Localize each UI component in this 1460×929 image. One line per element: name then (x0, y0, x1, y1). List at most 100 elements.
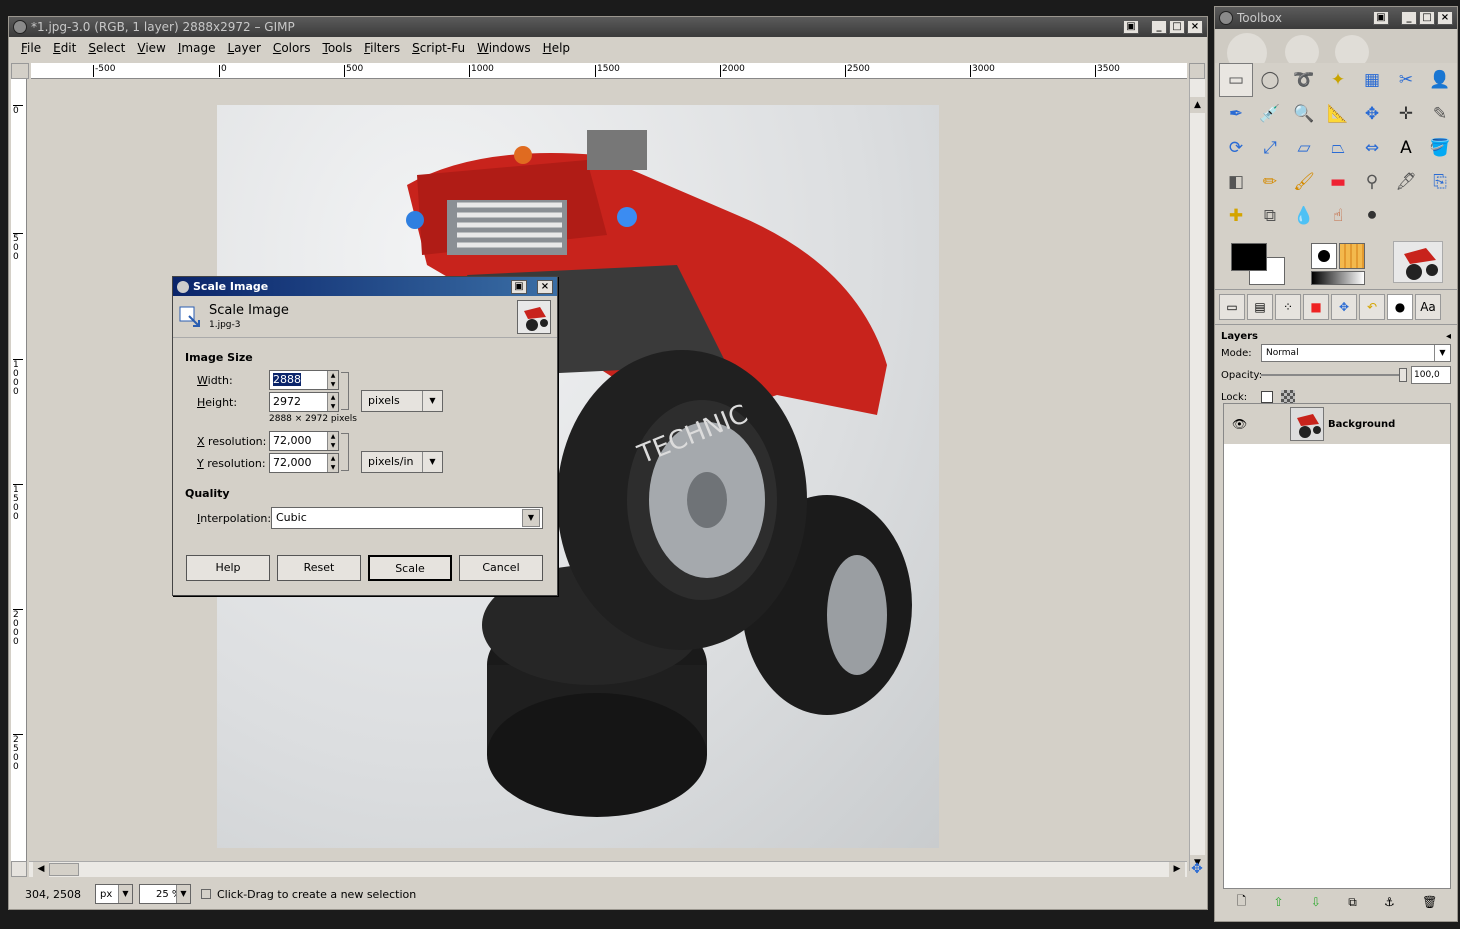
wilber-drop-area[interactable] (1215, 29, 1457, 63)
interpolation-select[interactable]: Cubic ▼ (271, 507, 543, 529)
reset-button[interactable]: Reset (277, 555, 361, 581)
foreground-color-swatch[interactable] (1231, 243, 1267, 271)
dialog-restore-button[interactable]: ▣ (511, 279, 527, 294)
shear-icon[interactable]: ▱ (1287, 131, 1321, 165)
device-status-tab[interactable]: ▤ (1247, 294, 1273, 320)
panel-menu-icon[interactable]: ◂ (1446, 331, 1451, 342)
restore-icon[interactable]: ▣ (1373, 11, 1389, 25)
fonts-tab[interactable]: Aa (1415, 294, 1441, 320)
width-input[interactable]: 2888 ▲ ▼ (269, 370, 339, 390)
rotate-icon[interactable]: ⟳ (1219, 131, 1253, 165)
dodge-burn-icon[interactable]: ⚫ (1355, 199, 1389, 233)
menu-edit[interactable]: Edit (47, 41, 82, 55)
rect-select-icon[interactable]: ▭ (1219, 63, 1253, 97)
mode-select[interactable]: Normal ▼ (1261, 344, 1451, 362)
spin-arrows-icon[interactable]: ▲ ▼ (327, 454, 338, 472)
menu-image[interactable]: Image (172, 41, 222, 55)
zoom-select[interactable]: 25 % ▼ (139, 884, 191, 904)
restore-icon[interactable]: ▣ (1123, 20, 1139, 34)
eye-icon[interactable]: 👁 (1232, 417, 1250, 431)
horizontal-ruler[interactable]: -500 0 500 1000 1500 2000 2500 3000 3500 (31, 63, 1187, 79)
menu-filters[interactable]: Filters (358, 41, 406, 55)
paths-tab[interactable]: ⁘ (1275, 294, 1301, 320)
delete-layer-icon[interactable]: 🗑 (1422, 895, 1437, 909)
navigate-icon[interactable]: ✥ (1189, 861, 1205, 877)
crop-icon[interactable]: ✎ (1423, 97, 1457, 131)
height-input[interactable]: 2972 ▲ ▼ (269, 392, 339, 412)
horizontal-scrollbar[interactable]: ◀ ▶ (29, 861, 1187, 877)
active-image-preview[interactable] (1393, 241, 1443, 283)
foreground-select-icon[interactable]: 👤 (1423, 63, 1457, 97)
measure-icon[interactable]: 📐 (1321, 97, 1355, 131)
opacity-slider[interactable] (1261, 368, 1407, 382)
text-icon[interactable]: A (1389, 131, 1423, 165)
duplicate-layer-icon[interactable]: ⧉ (1348, 895, 1357, 910)
raise-layer-icon[interactable]: ⇧ (1274, 895, 1284, 909)
unit-select[interactable]: px ▼ (95, 884, 133, 904)
scissors-select-icon[interactable]: ✂ (1389, 63, 1423, 97)
slider-knob[interactable] (1399, 368, 1407, 382)
eraser-icon[interactable]: ▬ (1321, 165, 1355, 199)
scroll-left-icon[interactable]: ◀ (33, 862, 49, 877)
heal-icon[interactable]: ✚ (1219, 199, 1253, 233)
ellipse-select-icon[interactable]: ◯ (1253, 63, 1287, 97)
undo-history-tab[interactable]: ↶ (1359, 294, 1385, 320)
zoom-icon[interactable]: 🔍 (1287, 97, 1321, 131)
blur-icon[interactable]: 💧 (1287, 199, 1321, 233)
paths-icon[interactable]: ✒ (1219, 97, 1253, 131)
x-resolution-input[interactable]: 72,000 ▲ ▼ (269, 431, 339, 451)
cancel-icon[interactable] (201, 889, 211, 899)
blend-icon[interactable]: ◧ (1219, 165, 1253, 199)
resolution-unit-select[interactable]: pixels/in ▼ (361, 451, 443, 473)
align-icon[interactable]: ✛ (1389, 97, 1423, 131)
menu-file[interactable]: File (15, 41, 47, 55)
scale-icon[interactable]: ⤢ (1253, 131, 1287, 165)
close-button[interactable]: × (1187, 20, 1203, 34)
image-window-titlebar[interactable]: *1.jpg-3.0 (RGB, 1 layer) 2888x2972 – GI… (9, 17, 1207, 37)
menu-help[interactable]: Help (537, 41, 576, 55)
cancel-button[interactable]: Cancel (459, 555, 543, 581)
scroll-right-icon[interactable]: ▶ (1169, 862, 1185, 877)
free-select-icon[interactable]: ➰ (1287, 63, 1321, 97)
perspective-clone-icon[interactable]: ⧉ (1253, 199, 1287, 233)
flip-icon[interactable]: ⇔ (1355, 131, 1389, 165)
gradient-preview[interactable] (1311, 271, 1365, 285)
spin-arrows-icon[interactable]: ▲ ▼ (327, 393, 338, 411)
layer-row[interactable]: 👁 Background (1224, 404, 1450, 444)
spin-arrows-icon[interactable]: ▲ ▼ (327, 371, 338, 389)
menu-windows[interactable]: Windows (471, 41, 537, 55)
maximize-button[interactable]: □ (1169, 20, 1185, 34)
lower-layer-icon[interactable]: ⇩ (1311, 895, 1321, 909)
anchor-layer-icon[interactable]: ⚓ (1384, 895, 1395, 909)
vertical-ruler[interactable]: 0 500 1000 1500 2000 2500 (11, 79, 27, 871)
maximize-button[interactable]: □ (1419, 11, 1435, 25)
clone-icon[interactable]: ⎘ (1423, 165, 1457, 199)
lock-pixels-checkbox[interactable] (1261, 391, 1273, 403)
lock-alpha-icon[interactable] (1281, 390, 1295, 404)
minimize-button[interactable]: _ (1151, 20, 1167, 34)
perspective-icon[interactable]: ⏢ (1321, 131, 1355, 165)
move-icon[interactable]: ✥ (1355, 97, 1389, 131)
pattern-preview[interactable] (1339, 243, 1365, 269)
menu-colors[interactable]: Colors (267, 41, 317, 55)
channels-tab[interactable]: ■ (1303, 294, 1329, 320)
paintbrush-icon[interactable]: 🖌 (1287, 165, 1321, 199)
dialog-titlebar[interactable]: Scale Image ▣ × (173, 277, 557, 296)
toolbox-titlebar[interactable]: Toolbox ▣ _ □ × (1215, 7, 1457, 29)
pencil-icon[interactable]: ✏ (1253, 165, 1287, 199)
opacity-value-input[interactable]: 100,0 (1411, 366, 1451, 384)
fuzzy-select-icon[interactable]: ✦ (1321, 63, 1355, 97)
navigation-tab[interactable]: ✥ (1331, 294, 1357, 320)
airbrush-icon[interactable]: ⚲ (1355, 165, 1389, 199)
ink-icon[interactable]: 🖋 (1389, 165, 1423, 199)
smudge-icon[interactable]: ☝ (1321, 199, 1355, 233)
menu-tools[interactable]: Tools (317, 41, 359, 55)
brushes-tab[interactable]: ● (1387, 294, 1413, 320)
chain-link-icon[interactable] (341, 433, 349, 471)
brush-preview[interactable] (1311, 243, 1337, 269)
scale-button[interactable]: Scale (368, 555, 452, 581)
help-button[interactable]: Help (186, 555, 270, 581)
scroll-up-icon[interactable]: ▲ (1190, 97, 1205, 113)
size-unit-select[interactable]: pixels ▼ (361, 390, 443, 412)
vertical-scrollbar[interactable]: ▲ ▼ (1189, 79, 1205, 871)
